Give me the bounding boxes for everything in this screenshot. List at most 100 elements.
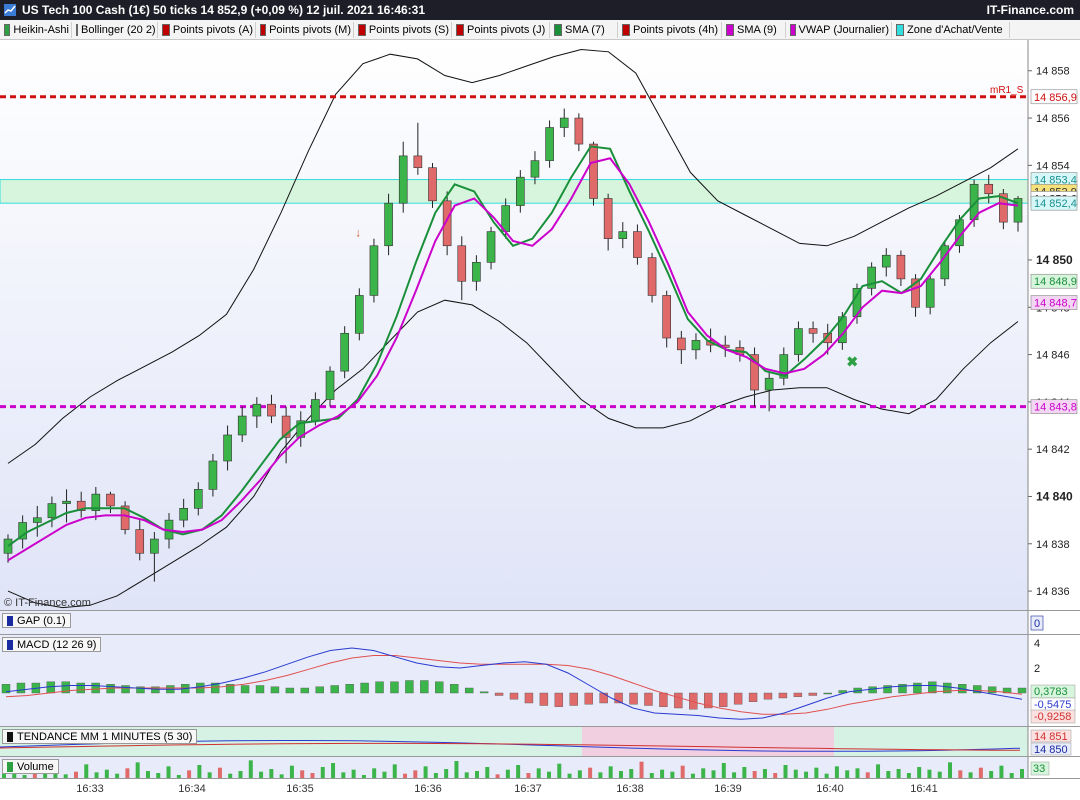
macd-histogram-bar (16, 682, 26, 694)
candle-body (574, 117, 584, 145)
macd-histogram-bar (987, 686, 997, 694)
toolbar-indicator-label: Points pivots (M) (269, 24, 351, 36)
candle-body (984, 183, 994, 195)
macd-histogram-bar (479, 691, 489, 694)
tendance-red-value: 14 851 (1034, 731, 1068, 743)
candle (545, 120, 554, 168)
volume-bar (845, 770, 850, 778)
candle-body (62, 500, 71, 504)
price-tick-label: 14 846 (1036, 350, 1070, 362)
toolbar-indicator-1[interactable]: Bollinger (20 2) (74, 22, 158, 38)
macd-histogram-bar (255, 685, 265, 694)
toolbar-indicator-label: Bollinger (20 2) (81, 24, 156, 36)
volume-bar (752, 771, 757, 778)
volume-bar (84, 764, 89, 778)
pivot-mr1s-label: mR1_S (990, 85, 1024, 96)
toolbar-indicator-8[interactable]: SMA (9) (724, 22, 786, 38)
window-title-bar: US Tech 100 Cash (1€) 50 ticks 14 852,9 … (0, 0, 1080, 20)
macd-pane[interactable]: 4 2 0,3783 -0,5475 -0,9258 MACD (12 26 9) (0, 634, 1080, 726)
toolbar-indicator-2[interactable]: Points pivots (A) (160, 22, 256, 38)
time-tick-label: 16:41 (910, 783, 938, 795)
indicator-color-swatch (260, 24, 267, 36)
candle-body (355, 295, 364, 334)
macd-histogram-bar (928, 681, 937, 694)
volume-bar (886, 771, 891, 778)
macd-histogram-bar (913, 682, 922, 694)
time-tick-label: 16:37 (514, 783, 542, 795)
price-pane[interactable]: mR1_S↓✖14 85814 85614 85414 85014 84814 … (0, 40, 1080, 610)
macd-histogram-bar (285, 687, 295, 694)
volume-bar (721, 763, 726, 778)
volume-bar (485, 767, 490, 778)
toolbar-indicator-label: Points pivots (S) (368, 24, 449, 36)
buy-sell-zone (0, 179, 1029, 204)
macd-histogram-bar (733, 692, 743, 705)
toolbar-indicator-9[interactable]: VWAP (Journalier) (788, 22, 892, 38)
tendance-pane[interactable]: 14 851 14 850 TENDANCE MM 1 MINUTES (5 30… (0, 726, 1080, 756)
candle (120, 501, 130, 535)
candle (384, 193, 393, 256)
macd-histogram-bar (644, 692, 653, 706)
candle-body (808, 328, 818, 334)
toolbar-indicator-0[interactable]: Heikin-Ashi (2, 22, 72, 38)
candle-body (457, 245, 467, 282)
level-band-mid-value: 14 848,9 (1034, 276, 1077, 288)
macd-histogram-bar (240, 685, 250, 694)
level-mr1s-value: 14 856,9 (1034, 92, 1077, 104)
candle-body (252, 403, 262, 417)
toolbar-indicator-6[interactable]: SMA (7) (552, 22, 618, 38)
volume-bar (958, 770, 963, 778)
candle-body (925, 278, 935, 308)
macd-histogram-bar (629, 692, 638, 705)
macd-histogram-bar (748, 692, 758, 702)
gap-indicator-label[interactable]: GAP (0.1) (2, 613, 71, 628)
gap-pane[interactable]: 0 GAP (0.1) (0, 610, 1080, 634)
volume-bar (639, 761, 644, 778)
sell-arrow-icon: ↓ (355, 225, 361, 239)
toolbar-indicator-label: Zone d'Achat/Vente (907, 24, 1003, 36)
volume-bar (917, 767, 922, 778)
macd-histogram-value: 0,3783 (1034, 686, 1068, 698)
macd-histogram-bar (554, 692, 564, 707)
candle-body (940, 245, 950, 280)
volume-bar (269, 769, 274, 778)
candle-body (384, 202, 393, 247)
macd-histogram-bar (599, 692, 608, 704)
volume-bar (680, 765, 685, 778)
level-zone-bottom-value: 14 852,4 (1034, 198, 1077, 210)
macd-histogram-bar (330, 685, 339, 694)
toolbar-indicator-4[interactable]: Points pivots (S) (356, 22, 452, 38)
macd-histogram-bar (450, 684, 459, 694)
volume-pane[interactable]: 33 Volume (0, 756, 1080, 778)
macd-histogram-bar (270, 686, 280, 694)
time-tick-label: 16:35 (286, 783, 314, 795)
toolbar-indicator-5[interactable]: Points pivots (J) (454, 22, 550, 38)
candle-body (794, 328, 803, 355)
volume-bar (372, 768, 377, 778)
candle-body (618, 231, 628, 239)
candle-body (32, 517, 42, 523)
macd-indicator-label[interactable]: MACD (12 26 9) (2, 637, 102, 652)
tendance-indicator-label[interactable]: TENDANCE MM 1 MINUTES (5 30) (2, 729, 198, 744)
level-band-other-value: 14 848,7 (1034, 298, 1077, 310)
indicator-color-swatch (76, 24, 78, 36)
toolbar-indicator-7[interactable]: Points pivots (4h) (620, 22, 722, 38)
price-chart[interactable]: mR1_S↓✖14 85814 85614 85414 85014 84814 … (0, 40, 1080, 610)
macd-histogram-bar (763, 692, 773, 700)
price-tick-label: 14 842 (1036, 444, 1070, 456)
volume-indicator-label[interactable]: Volume (2, 759, 59, 774)
volume-bar (948, 762, 953, 778)
candle-body (647, 257, 657, 296)
candle-body (179, 507, 188, 521)
toolbar-indicator-3[interactable]: Points pivots (M) (258, 22, 354, 38)
toolbar-indicator-10[interactable]: Zone d'Achat/Vente (894, 22, 1010, 38)
time-tick-label: 16:34 (178, 783, 206, 795)
indicator-toolbar: Heikin-Ashi Bollinger (20 2) Points pivots… (0, 20, 1080, 40)
candle-body (369, 245, 379, 296)
volume-bar (392, 764, 397, 778)
time-axis: 16:33 16:34 16:35 16:36 16:37 16:38 16:39 16:40… (0, 778, 1080, 800)
candle-body (340, 332, 349, 372)
volume-bar (978, 767, 983, 778)
candle-body (223, 434, 232, 462)
macd-histogram-bar (584, 692, 593, 705)
